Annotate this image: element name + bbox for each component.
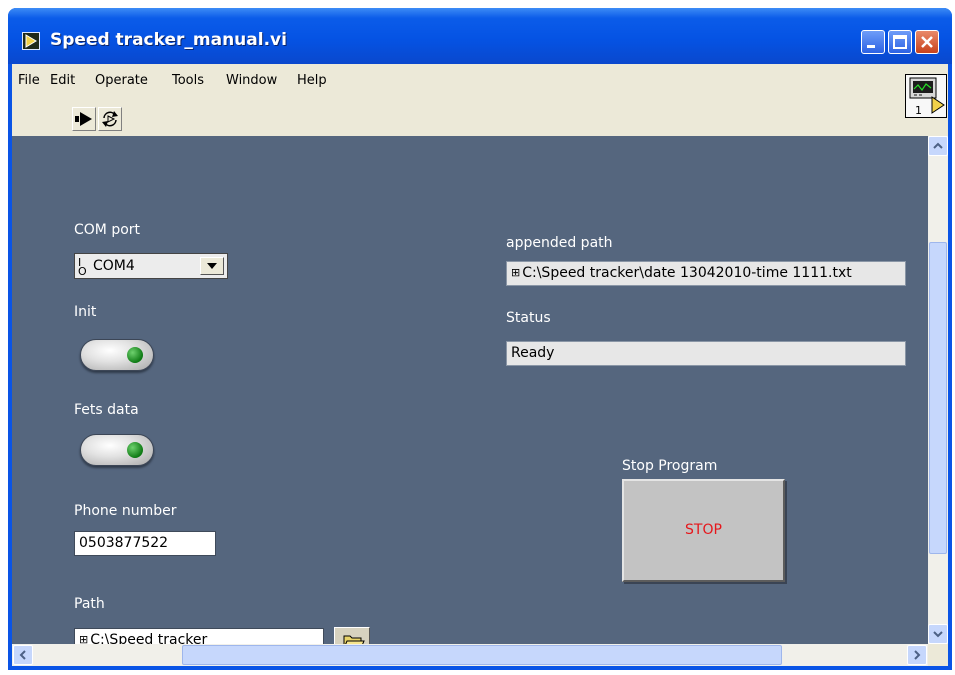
chevron-down-icon bbox=[933, 631, 943, 638]
resize-grip-icon[interactable] bbox=[928, 644, 948, 666]
com-port-value: COM4 bbox=[93, 258, 135, 274]
init-led-icon bbox=[127, 347, 143, 363]
chevron-up-icon bbox=[933, 142, 943, 149]
run-continuously-button[interactable] bbox=[98, 107, 122, 131]
phone-number-input[interactable]: 0503877522 bbox=[74, 531, 216, 556]
scroll-up-button[interactable] bbox=[928, 136, 948, 156]
menu-help[interactable]: Help bbox=[297, 73, 327, 88]
stop-program-label: Stop Program bbox=[622, 458, 718, 474]
scroll-right-button[interactable] bbox=[907, 645, 927, 665]
menu-tools[interactable]: Tools bbox=[172, 73, 204, 88]
stop-button[interactable]: STOP bbox=[622, 479, 785, 582]
appended-path-value: C:\Speed tracker\date 13042010-time 1111… bbox=[522, 265, 852, 281]
chevron-left-icon bbox=[19, 650, 26, 660]
vi-window: Speed tracker_manual.vi File Edit Operat… bbox=[8, 8, 952, 670]
minimize-button[interactable] bbox=[861, 30, 885, 54]
run-arrow-icon bbox=[75, 112, 92, 126]
chevron-right-icon bbox=[914, 650, 921, 660]
close-icon bbox=[921, 36, 933, 48]
client-area: File Edit Operate Tools Window Help 1 CO… bbox=[12, 64, 948, 666]
status-label: Status bbox=[506, 310, 551, 326]
horizontal-scrollbar[interactable] bbox=[12, 644, 928, 666]
appended-path-label: appended path bbox=[506, 235, 613, 251]
run-continuously-icon bbox=[102, 111, 118, 127]
window-title: Speed tracker_manual.vi bbox=[50, 30, 287, 50]
visa-io-icon: IO bbox=[78, 256, 87, 278]
init-toggle[interactable] bbox=[80, 339, 154, 371]
menu-bar: File Edit Operate Tools Window Help bbox=[12, 64, 948, 94]
maximize-icon bbox=[893, 35, 907, 49]
run-button[interactable] bbox=[72, 107, 96, 131]
scroll-down-button[interactable] bbox=[928, 624, 948, 644]
minimize-icon bbox=[867, 45, 875, 48]
com-port-dropdown-button[interactable] bbox=[200, 257, 224, 275]
com-port-label: COM port bbox=[74, 222, 141, 238]
vertical-scrollbar[interactable] bbox=[928, 136, 948, 644]
close-button[interactable] bbox=[915, 30, 939, 54]
appended-path-prefix-icon: ⊞ bbox=[511, 266, 521, 279]
menu-edit[interactable]: Edit bbox=[50, 73, 75, 88]
phone-number-label: Phone number bbox=[74, 503, 177, 519]
vi-connector-icon[interactable]: 1 bbox=[905, 74, 947, 118]
com-port-select[interactable]: IO COM4 bbox=[74, 253, 228, 279]
labview-app-icon bbox=[22, 32, 40, 50]
horizontal-scroll-thumb[interactable] bbox=[182, 645, 782, 665]
maximize-button[interactable] bbox=[888, 30, 912, 54]
fets-data-led-icon bbox=[127, 442, 143, 458]
scroll-left-button[interactable] bbox=[13, 645, 33, 665]
appended-path-display: ⊞ C:\Speed tracker\date 13042010-time 111… bbox=[506, 261, 906, 286]
fets-data-label: Fets data bbox=[74, 402, 139, 418]
menu-file[interactable]: File bbox=[18, 73, 40, 88]
init-label: Init bbox=[74, 304, 97, 320]
vertical-scroll-thumb[interactable] bbox=[929, 242, 947, 554]
chevron-down-icon bbox=[207, 263, 217, 269]
title-bar[interactable]: Speed tracker_manual.vi bbox=[8, 8, 952, 64]
menu-window[interactable]: Window bbox=[226, 73, 277, 88]
path-label: Path bbox=[74, 596, 105, 612]
front-panel: COM port IO COM4 Init Fets data Phone nu… bbox=[12, 136, 928, 655]
status-display: Ready bbox=[506, 341, 906, 366]
vi-icon-number: 1 bbox=[915, 104, 922, 117]
fets-data-toggle[interactable] bbox=[80, 434, 154, 466]
menu-operate[interactable]: Operate bbox=[95, 73, 148, 88]
